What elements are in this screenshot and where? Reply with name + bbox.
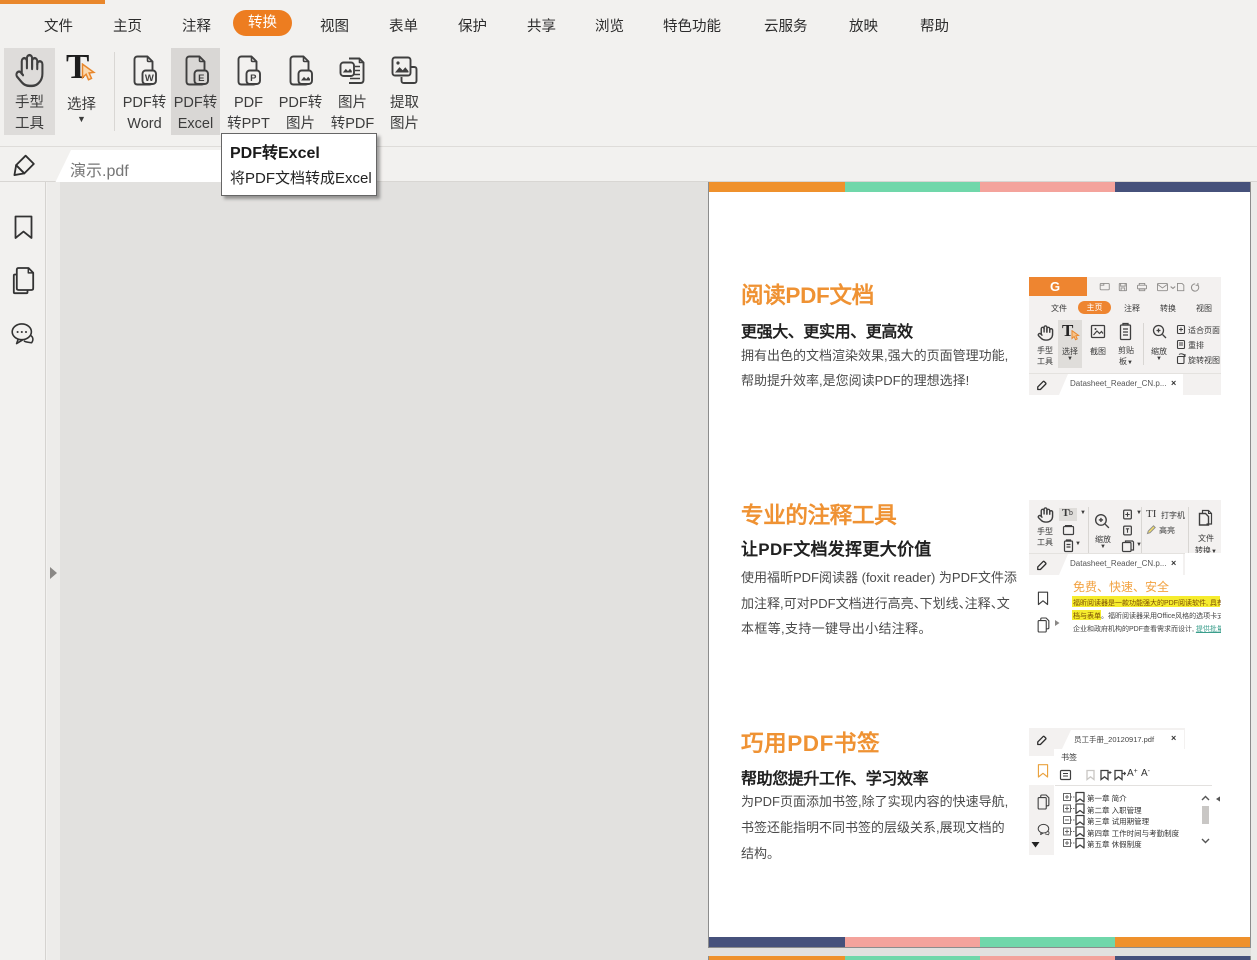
svg-text:P: P (250, 73, 257, 84)
svg-text:W: W (145, 73, 154, 84)
svg-text:E: E (198, 73, 204, 84)
